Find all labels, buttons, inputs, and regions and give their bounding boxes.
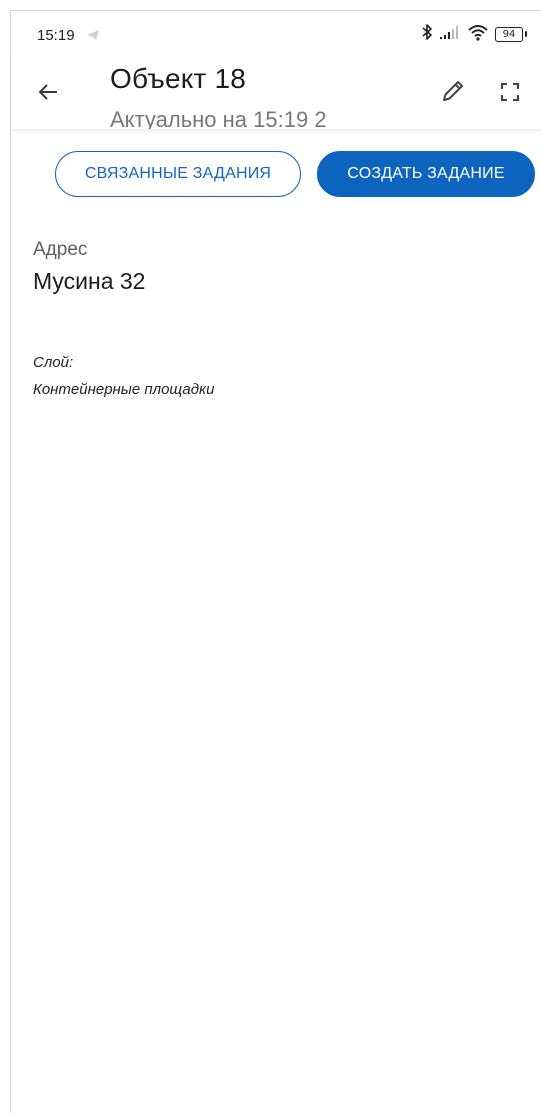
- edit-pencil-icon[interactable]: [435, 73, 471, 109]
- bluetooth-icon: [421, 23, 433, 46]
- signal-icon: [439, 24, 461, 45]
- battery-icon: 94: [495, 26, 527, 42]
- telegram-icon: [86, 28, 100, 42]
- status-bar: 15:19 94: [11, 11, 541, 53]
- related-tasks-button[interactable]: СВЯЗАННЫЕ ЗАДАНИЯ: [55, 151, 301, 197]
- status-icons: 94: [421, 23, 527, 46]
- address-label: Адрес: [33, 239, 88, 260]
- app-bar: Объект 18 Актуально на 15:19 2: [11, 53, 541, 129]
- layer-value: Контейнерные площадки: [33, 381, 215, 398]
- fullscreen-icon[interactable]: [493, 75, 527, 109]
- back-arrow-icon[interactable]: [31, 75, 65, 109]
- address-value: Мусина 32: [33, 268, 146, 294]
- page-subtitle: Актуально на 15:19 2: [110, 107, 327, 129]
- page-title: Объект 18: [110, 63, 247, 94]
- status-time: 15:19: [37, 27, 75, 44]
- layer-label: Слой:: [33, 354, 74, 371]
- create-task-button[interactable]: СОЗДАТЬ ЗАДАНИЕ: [317, 151, 535, 197]
- wifi-icon: [467, 23, 489, 46]
- app-screen: 15:19 94 Объект 18 Актуально на 15:19 2 …: [10, 10, 541, 1113]
